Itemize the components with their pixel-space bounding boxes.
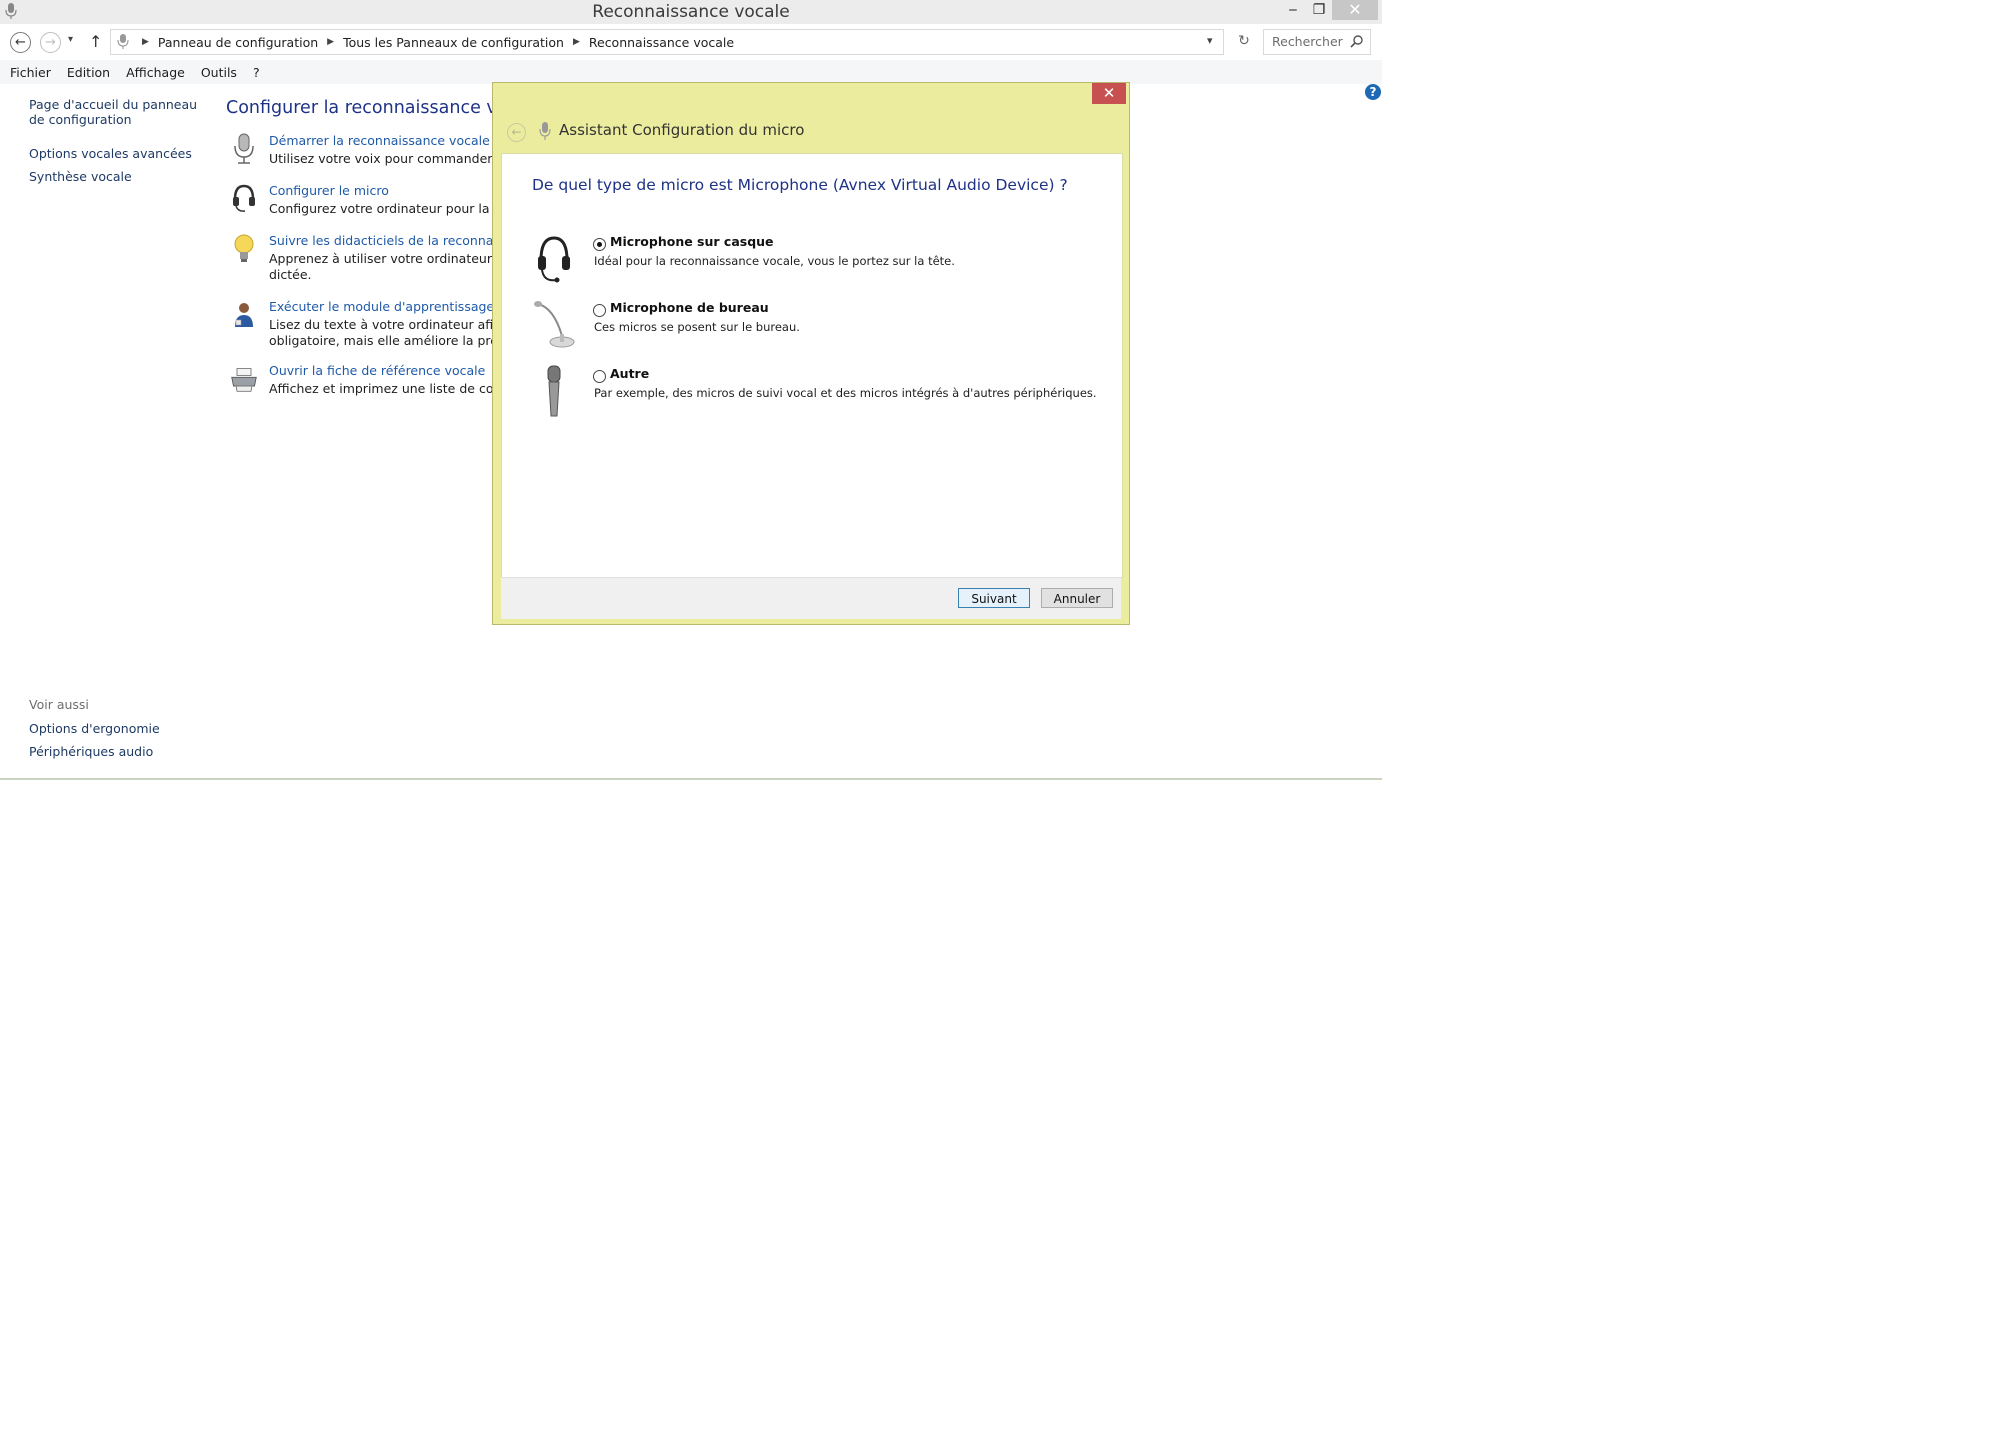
option-description: Ces micros se posent sur le bureau. bbox=[594, 320, 800, 334]
dialog-heading: De quel type de micro est Microphone (Av… bbox=[532, 176, 1068, 194]
task-description: Apprenez à utiliser votre ordinateur ave… bbox=[269, 251, 494, 266]
text-to-speech-link[interactable]: Synthèse vocale bbox=[29, 169, 132, 184]
breadcrumb-item[interactable]: Tous les Panneaux de configuration bbox=[343, 35, 564, 50]
cancel-button[interactable]: Annuler bbox=[1041, 588, 1113, 608]
microphone-setup-wizard: ✕ ← Assistant Configuration du micro De … bbox=[492, 82, 1130, 625]
search-placeholder: Rechercher bbox=[1272, 34, 1343, 49]
window-title: Reconnaissance vocale bbox=[592, 2, 790, 22]
option-description: Idéal pour la reconnaissance vocale, vou… bbox=[594, 254, 955, 268]
dialog-content: De quel type de micro est Microphone (Av… bbox=[501, 153, 1123, 578]
advanced-speech-options-link[interactable]: Options vocales avancées bbox=[29, 146, 192, 161]
task-description: Configurez votre ordinateur pour la reco… bbox=[269, 201, 494, 216]
desk-mic-icon bbox=[534, 301, 575, 348]
radio-desk[interactable] bbox=[593, 304, 606, 317]
up-arrow-icon[interactable]: ↑ bbox=[89, 32, 102, 51]
radio-selected-dot bbox=[597, 242, 602, 247]
menu-help[interactable]: ? bbox=[253, 65, 260, 80]
option-other[interactable]: Autre Par exemple, des micros de suivi v… bbox=[532, 364, 1097, 424]
minimize-button[interactable]: ‒ bbox=[1280, 0, 1306, 20]
option-label[interactable]: Microphone de bureau bbox=[610, 300, 769, 315]
title-bar: Reconnaissance vocale ‒ ❐ ✕ bbox=[0, 0, 1382, 24]
task-description: dictée. bbox=[269, 267, 312, 282]
control-panel-home-link[interactable]: Page d'accueil du panneau de configurati… bbox=[29, 97, 199, 127]
menu-affichage[interactable]: Affichage bbox=[126, 65, 185, 80]
chevron-right-icon: ▶ bbox=[142, 37, 149, 47]
reference-card-link[interactable]: Ouvrir la fiche de référence vocale bbox=[269, 363, 485, 378]
microphone-icon bbox=[117, 34, 129, 49]
option-label[interactable]: Autre bbox=[610, 366, 649, 381]
task-description: Lisez du texte à votre ordinateur afin q… bbox=[269, 317, 494, 332]
dialog-title: Assistant Configuration du micro bbox=[559, 121, 805, 139]
audio-devices-link[interactable]: Périphériques audio bbox=[29, 744, 153, 759]
handheld-mic-icon bbox=[547, 365, 561, 417]
back-icon[interactable]: ← bbox=[10, 32, 31, 53]
option-desk[interactable]: Microphone de bureau Ces micros se posen… bbox=[532, 298, 1092, 358]
close-button[interactable]: ✕ bbox=[1092, 83, 1126, 104]
task-description: obligatoire, mais elle améliore la préci… bbox=[269, 333, 494, 348]
close-button[interactable]: ✕ bbox=[1332, 0, 1378, 20]
chevron-right-icon[interactable]: ▶ bbox=[327, 37, 334, 47]
option-headset[interactable]: Microphone sur casque Idéal pour la reco… bbox=[532, 232, 1092, 292]
see-also-heading: Voir aussi bbox=[29, 697, 89, 712]
breadcrumb-item[interactable]: Panneau de configuration bbox=[158, 35, 318, 50]
radio-headset[interactable] bbox=[593, 238, 606, 251]
breadcrumb: ▶ Panneau de configuration ▶ Tous les Pa… bbox=[133, 30, 734, 54]
chevron-right-icon[interactable]: ▶ bbox=[573, 37, 580, 47]
microphone-icon bbox=[234, 133, 254, 164]
forward-icon[interactable]: → bbox=[40, 32, 61, 53]
menu-edition[interactable]: Edition bbox=[67, 65, 110, 80]
radio-other[interactable] bbox=[593, 370, 606, 383]
next-button[interactable]: Suivant bbox=[958, 588, 1030, 608]
lightbulb-icon bbox=[234, 234, 254, 262]
breadcrumb-item[interactable]: Reconnaissance vocale bbox=[589, 35, 734, 50]
task-description: Affichez et imprimez une liste de comman bbox=[269, 381, 494, 396]
microphone-icon bbox=[539, 122, 551, 140]
chevron-down-icon[interactable]: ▾ bbox=[1207, 34, 1213, 47]
refresh-icon[interactable]: ↻ bbox=[1233, 33, 1255, 51]
ease-of-access-link[interactable]: Options d'ergonomie bbox=[29, 721, 160, 736]
search-input[interactable]: Rechercher bbox=[1263, 29, 1371, 55]
restore-button[interactable]: ❐ bbox=[1306, 0, 1332, 20]
divider bbox=[0, 778, 1382, 780]
recent-locations-icon[interactable]: ▾ bbox=[68, 34, 73, 45]
user-training-icon bbox=[235, 303, 253, 327]
task-description: Utilisez votre voix pour commander votre bbox=[269, 151, 494, 166]
headset-icon bbox=[233, 184, 255, 212]
configure-microphone-link[interactable]: Configurer le micro bbox=[269, 183, 389, 198]
printer-icon bbox=[231, 368, 257, 392]
search-icon[interactable] bbox=[1350, 34, 1364, 48]
help-icon[interactable]: ? bbox=[1365, 84, 1381, 100]
option-label[interactable]: Microphone sur casque bbox=[610, 234, 774, 249]
start-speech-recognition-link[interactable]: Démarrer la reconnaissance vocale bbox=[269, 133, 490, 148]
address-bar[interactable]: ▶ Panneau de configuration ▶ Tous les Pa… bbox=[110, 29, 1250, 55]
option-description: Par exemple, des micros de suivi vocal e… bbox=[594, 386, 1097, 400]
menu-bar: Fichier Edition Affichage Outils ? bbox=[0, 60, 1382, 84]
menu-outils[interactable]: Outils bbox=[201, 65, 237, 80]
menu-fichier[interactable]: Fichier bbox=[10, 65, 51, 80]
back-icon[interactable]: ← bbox=[507, 123, 526, 142]
dialog-footer: Suivant Annuler bbox=[501, 577, 1121, 619]
navigation-bar: ← → ▾ ↑ ▶ Panneau de configuration ▶ Tou… bbox=[0, 24, 1382, 60]
headset-mic-icon bbox=[538, 236, 570, 283]
